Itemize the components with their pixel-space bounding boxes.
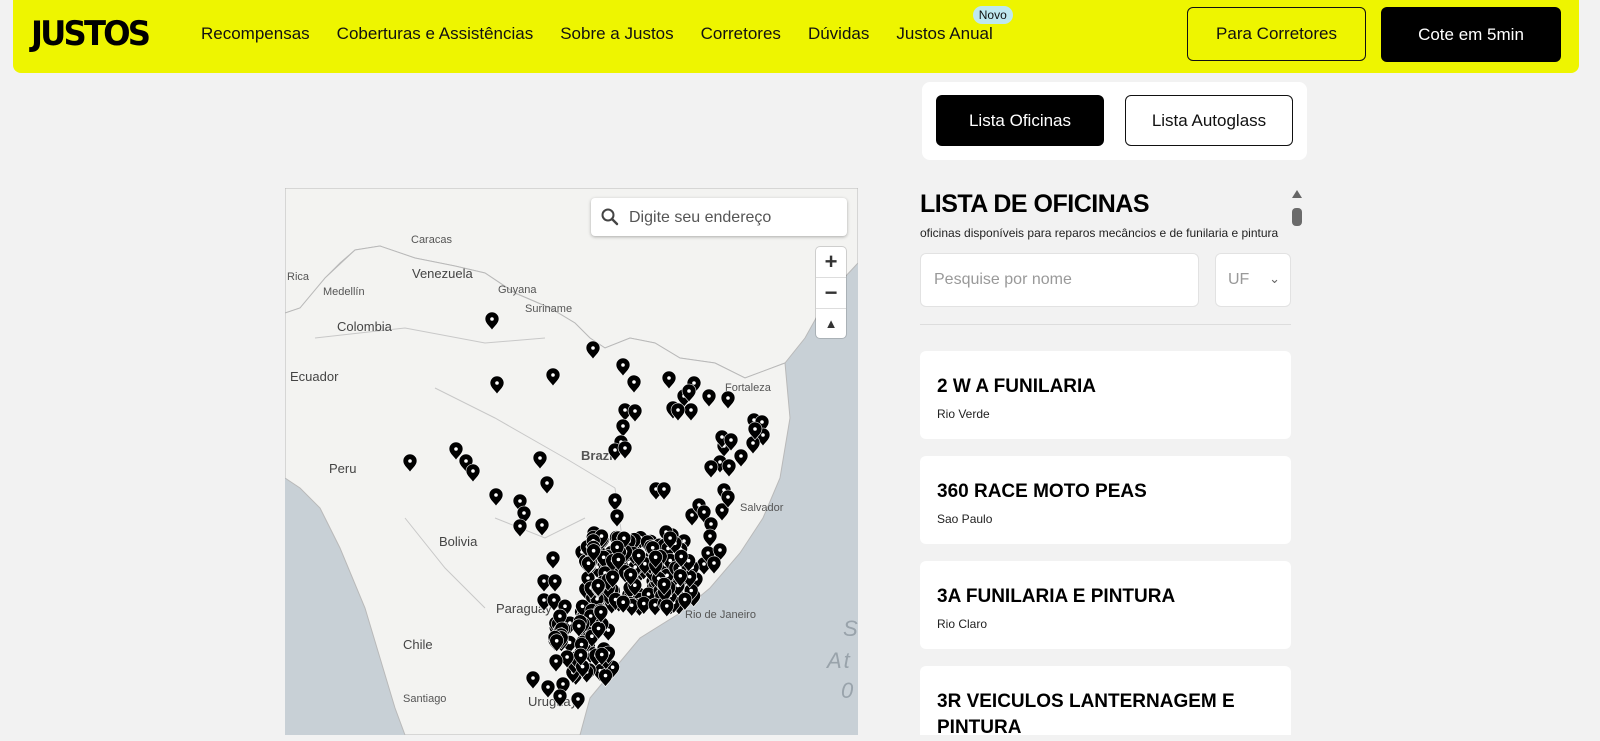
list-scrollbar[interactable] — [1291, 190, 1303, 735]
workshop-card[interactable]: 360 RACE MOTO PEAS Sao Paulo — [920, 456, 1291, 544]
map-marker-icon[interactable] — [615, 357, 631, 377]
map-marker-icon[interactable] — [701, 388, 717, 408]
lista-autoglass-tab[interactable]: Lista Autoglass — [1125, 95, 1293, 146]
map-marker-icon[interactable] — [615, 418, 631, 438]
map-marker-icon[interactable] — [745, 435, 761, 455]
map-marker-icon[interactable] — [552, 688, 568, 708]
map-marker-icon[interactable] — [512, 518, 528, 538]
map-marker-icon[interactable] — [706, 555, 722, 575]
map-marker-icon[interactable] — [617, 440, 633, 460]
workshop-city: Rio Claro — [937, 617, 988, 631]
list-toggle-panel: Lista Oficinas Lista Autoglass — [922, 82, 1307, 160]
search-icon — [601, 208, 619, 226]
map-marker-icon[interactable] — [532, 450, 548, 470]
nav-justos-anual-label: Justos Anual — [896, 24, 993, 43]
map-marker-icon[interactable] — [627, 403, 643, 423]
list-subtitle: oficinas disponíveis para reparos mecânc… — [920, 226, 1279, 240]
list-divider — [920, 324, 1291, 325]
site-header: JUSTOS Recompensas Coberturas e Assistên… — [13, 0, 1579, 73]
nav-sobre[interactable]: Sobre a Justos — [560, 24, 673, 44]
map-marker-icon[interactable] — [545, 367, 561, 387]
para-corretores-button[interactable]: Para Corretores — [1187, 7, 1366, 61]
map-marker-icon[interactable] — [547, 573, 563, 593]
map-marker-icon[interactable] — [539, 475, 555, 495]
uf-select-label: UF — [1228, 271, 1250, 288]
nav-recompensas[interactable]: Recompensas — [201, 24, 310, 44]
map-marker-icon[interactable] — [703, 459, 719, 479]
cote-button[interactable]: Cote em 5min — [1381, 7, 1561, 62]
map-marker-icon[interactable] — [545, 550, 561, 570]
nav-duvidas[interactable]: Dúvidas — [808, 24, 869, 44]
zoom-out-button[interactable]: − — [816, 278, 846, 309]
map-marker-icon[interactable] — [525, 670, 541, 690]
workshop-name: 3A FUNILARIA E PINTURA — [937, 586, 1176, 607]
map-marker-icon[interactable] — [683, 402, 699, 422]
map-marker-icon[interactable] — [656, 481, 672, 501]
map[interactable]: Caracas Venezuela Rica Medellín Guyana S… — [285, 188, 858, 735]
workshop-name: 360 RACE MOTO PEAS — [937, 481, 1147, 502]
workshop-name: 2 W A FUNILARIA — [937, 376, 1097, 397]
map-marker-icon[interactable] — [659, 598, 675, 618]
marker-layer — [402, 311, 771, 711]
map-marker-icon[interactable] — [598, 668, 613, 688]
map-marker-icon[interactable] — [661, 370, 677, 390]
map-marker-icon[interactable] — [548, 653, 564, 673]
workshop-name: 3R VEICULOS LANTERNAGEM E PINTURA — [937, 691, 1235, 738]
map-marker-icon[interactable] — [402, 453, 418, 473]
address-search-input[interactable] — [627, 204, 841, 232]
nav-coberturas[interactable]: Coberturas e Assistências — [337, 24, 534, 44]
map-marker-icon[interactable] — [609, 508, 625, 528]
scroll-up-icon[interactable] — [1292, 190, 1302, 198]
workshop-card[interactable]: 3R VEICULOS LANTERNAGEM E PINTURA — [920, 666, 1291, 738]
zoom-control: + − ▲ — [816, 247, 846, 338]
map-marker-icon[interactable] — [465, 463, 481, 483]
scroll-thumb[interactable] — [1292, 208, 1302, 226]
workshop-card[interactable]: 2 W A FUNILARIA Rio Verde — [920, 351, 1291, 439]
map-marker-icon[interactable] — [489, 375, 505, 395]
workshop-city: Rio Verde — [937, 407, 990, 421]
nav-justos-anual[interactable]: Justos Anual Novo — [896, 6, 1013, 44]
map-marker-icon[interactable] — [534, 517, 550, 537]
map-marker-icon[interactable] — [607, 492, 623, 512]
justos-logo[interactable]: JUSTOS — [31, 14, 151, 54]
chevron-down-icon: ⌄ — [1269, 271, 1280, 286]
new-badge: Novo — [972, 6, 1013, 24]
uf-select[interactable]: UF ⌄ — [1215, 253, 1291, 307]
map-marker-icon[interactable] — [484, 311, 500, 331]
name-search-input[interactable] — [920, 253, 1199, 307]
map-marker-icon[interactable] — [721, 458, 737, 478]
address-search — [591, 198, 847, 236]
map-marker-icon[interactable] — [570, 691, 586, 711]
map-marker-icon[interactable] — [720, 390, 736, 410]
workshop-city: Sao Paulo — [937, 512, 993, 526]
map-marker-icon[interactable] — [702, 528, 718, 548]
map-marker-icon[interactable] — [626, 374, 642, 394]
lista-oficinas-tab[interactable]: Lista Oficinas — [936, 95, 1104, 146]
main-nav: Recompensas Coberturas e Assistências So… — [201, 6, 1020, 44]
list-title: LISTA DE OFICINAS — [920, 190, 1150, 218]
map-marker-icon[interactable] — [488, 487, 504, 507]
nav-corretores[interactable]: Corretores — [701, 24, 781, 44]
zoom-in-button[interactable]: + — [816, 247, 846, 278]
map-marker-icon[interactable] — [585, 340, 601, 360]
compass-button[interactable]: ▲ — [816, 309, 846, 339]
workshop-card[interactable]: 3A FUNILARIA E PINTURA Rio Claro — [920, 561, 1291, 649]
